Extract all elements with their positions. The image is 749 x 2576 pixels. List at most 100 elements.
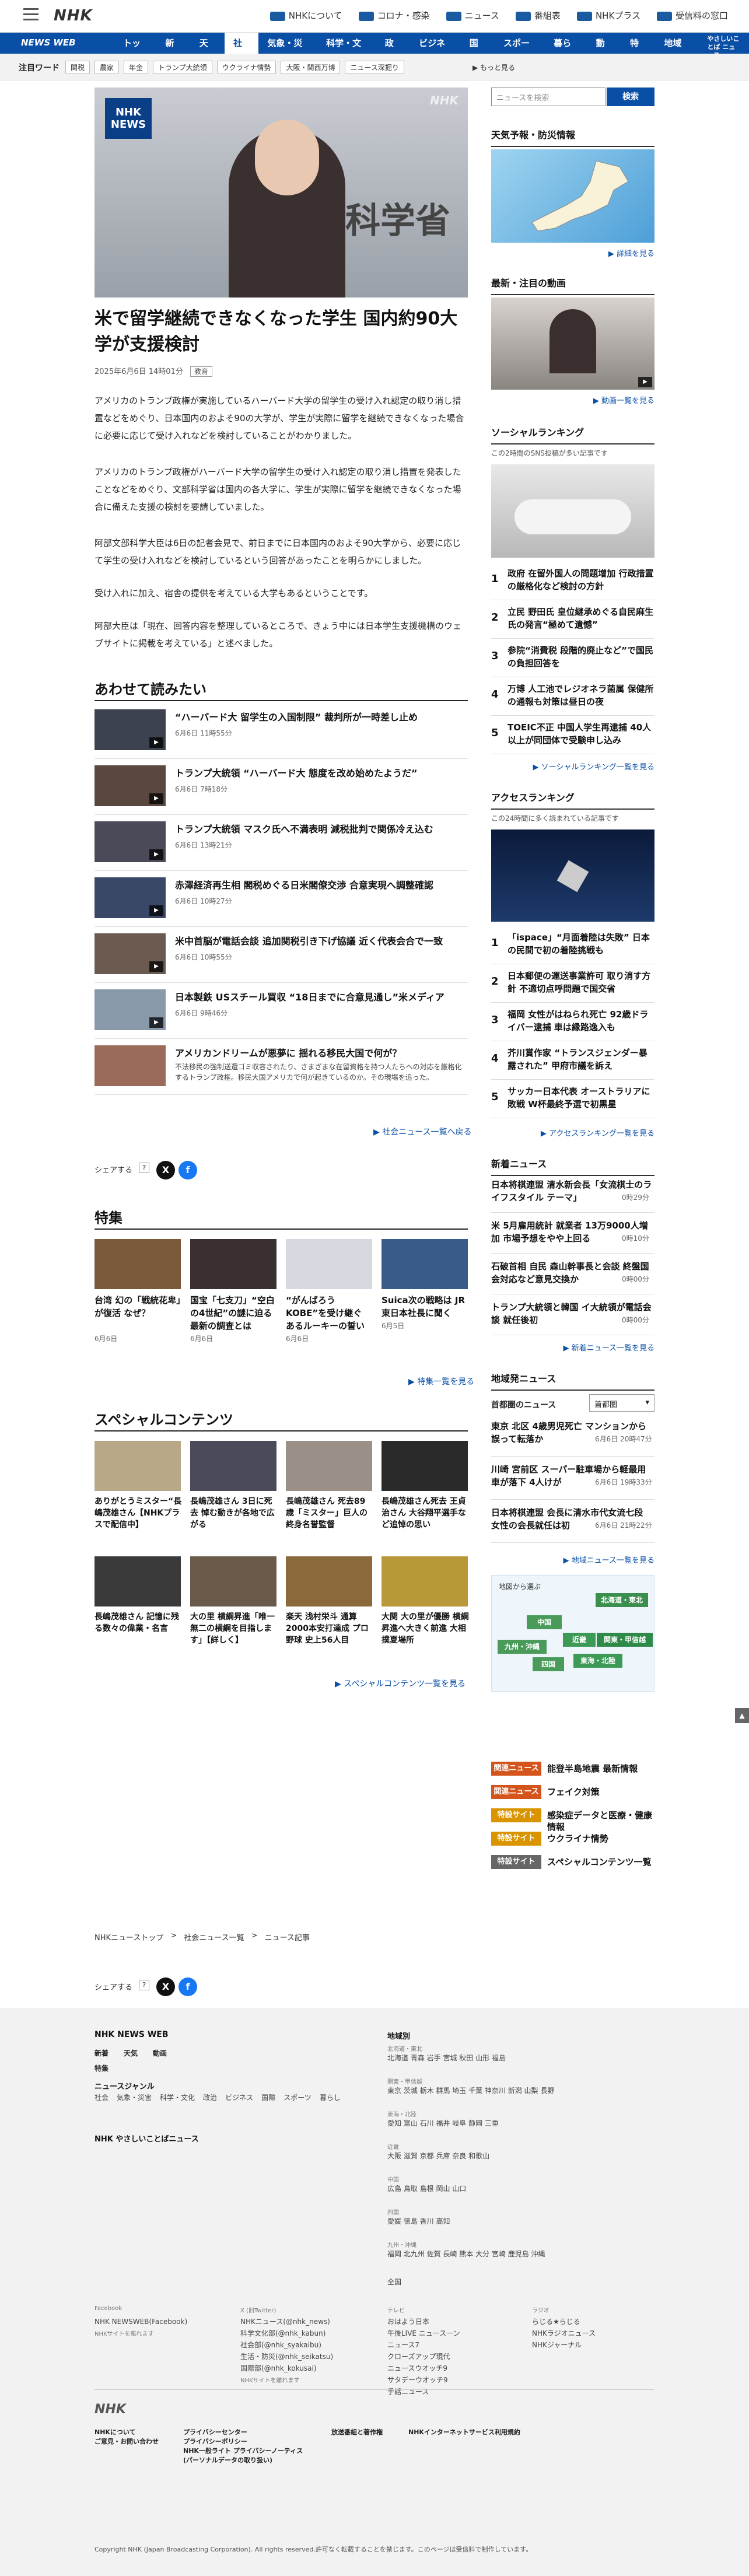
footer-region-items[interactable]: 愛知 富山 石川 福井 岐阜 静岡 三重 (387, 2118, 644, 2129)
footer-sns-link[interactable]: NHKラジオニュース (532, 2328, 596, 2339)
footer-sns-link[interactable]: サタデーウオッチ9 (387, 2374, 448, 2386)
feature-thumb[interactable] (190, 1239, 276, 1289)
special-link[interactable]: 能登半島地震 最新情報 (547, 1763, 656, 1774)
special-title[interactable]: 長嶋茂雄さん 記憶に残る数々の偉業・名言 (94, 1611, 182, 1634)
trend-tag[interactable]: ニュース深掘り (345, 61, 404, 74)
footer-all-regions[interactable]: 全国 (387, 2276, 401, 2288)
special-title[interactable]: 長嶋茂雄さん 3日に死去 悼む動きが各地で広がる (190, 1496, 278, 1531)
breadcrumb-item[interactable]: 社会ニュース一覧 (184, 1931, 244, 1943)
access-ranking-thumb[interactable] (491, 830, 654, 922)
footer-sns-link[interactable]: 科学文化部(@nhk_kabun) (240, 2328, 326, 2339)
nav-item[interactable]: 社会 (225, 33, 259, 69)
trend-tag[interactable]: ウクライナ情勢 (216, 61, 276, 74)
footer-genre-link[interactable]: 社会 (94, 2092, 108, 2104)
special-thumb[interactable] (382, 1556, 468, 1606)
footer-bottom-link[interactable]: プライバシーポリシー (183, 2437, 247, 2446)
top-link-tv-guide[interactable]: 番組表 (515, 9, 561, 22)
special-thumb[interactable] (286, 1441, 372, 1491)
footer-bottom-link[interactable]: NHKインターネットサービス利用規約 (408, 2428, 520, 2437)
special-thumb[interactable] (94, 1556, 181, 1606)
footer-nhk-logo[interactable]: NHK (94, 2402, 126, 2417)
special-link[interactable]: フェイク対策 (547, 1786, 656, 1798)
social-ranking-more-link[interactable]: ▶ ソーシャルランキング一覧を見る (491, 761, 654, 772)
region-chugoku[interactable]: 中国 (527, 1615, 562, 1629)
related-thumb[interactable]: ▶ (94, 821, 166, 862)
access-ranking-item[interactable]: サッカー日本代表 オーストラリアに敗戦 W杯最終予選で初黒星 (508, 1085, 654, 1111)
footer-sns-link[interactable]: 手話ニュース (387, 2386, 429, 2398)
feature-thumb[interactable] (286, 1239, 372, 1289)
special-link[interactable]: 感染症データと医療・健康情報 (547, 1810, 656, 1833)
feature-title[interactable]: 台湾 幻の「戦統花卑」が復活 なぜ？ (94, 1294, 182, 1320)
region-kinki[interactable]: 近畿 (563, 1633, 596, 1647)
region-select[interactable]: 首都圏 ▾ (589, 1394, 654, 1412)
menu-icon[interactable] (23, 8, 38, 21)
top-link-news[interactable]: ニュース (446, 9, 499, 22)
special-title[interactable]: 長嶋茂雄さん死去 王貞治さん 大谷翔平選手など追悼の思い (382, 1496, 469, 1531)
related-title[interactable]: トランプ大統領 “ハーバード大 態度を改め始めたようだ” (175, 766, 467, 780)
nav-item[interactable]: 暮らし (545, 33, 587, 69)
region-tokai-hokuriku[interactable]: 東海・北陸 (573, 1654, 622, 1668)
social-ranking-item[interactable]: 政府 在留外国人の問題增加 行政措置の厳格化など検討の方針 (508, 567, 654, 593)
feature-title[interactable]: 国宝「七支刀」“空白の4世紀”の謎に迫る最新の調査とは (190, 1294, 278, 1332)
weather-more-link[interactable]: ▶ 詳細を見る (491, 247, 654, 258)
top-link-about[interactable]: NHKについて (270, 9, 342, 22)
trend-tag[interactable]: 農家 (94, 61, 120, 74)
trend-tag[interactable]: 関税 (65, 61, 90, 74)
footer-sns-link[interactable]: ニュースウオッチ9 (387, 2362, 447, 2374)
footer-region-items[interactable]: 大阪 滋賀 京都 兵庫 奈良 和歌山 (387, 2150, 644, 2162)
footer-sns-link[interactable]: 午後LIVE ニュースーン (387, 2328, 460, 2339)
nhk-logo[interactable]: NHK (54, 7, 93, 24)
article-category[interactable]: 教育 (190, 366, 212, 377)
footer-genre-link[interactable]: 科学・文化 (160, 2092, 195, 2104)
featured-video-thumb[interactable]: ▶ (491, 298, 654, 390)
related-title[interactable]: アメリカンドリームが悪夢に 揺れる移民大国で何が？ (175, 1046, 467, 1060)
footer-sns-link[interactable]: ニュース7 (387, 2339, 419, 2351)
nav-item[interactable]: 科学・文化 (317, 33, 376, 69)
search-button[interactable]: 検索 (607, 88, 654, 106)
region-shikoku[interactable]: 四国 (533, 1657, 564, 1671)
weather-map[interactable] (491, 149, 654, 243)
footer-genre-link[interactable]: 政治 (203, 2092, 217, 2104)
footer-sns-link[interactable]: NHKジャーナル (532, 2339, 582, 2351)
nav-item[interactable]: 政治 (376, 33, 410, 69)
footer-tokushu-link[interactable]: 特集 (94, 2063, 108, 2074)
top-link-corona[interactable]: コロナ・感染 (358, 9, 430, 22)
nav-item[interactable]: スポーツ (495, 33, 545, 69)
back-to-society-link[interactable]: ▶ 社会ニュース一覧へ戻る (373, 1126, 472, 1138)
footer-region-items[interactable]: 広島 鳥取 島根 岡山 山口 (387, 2183, 644, 2194)
social-ranking-item[interactable]: 立民 野田氏 皇位継承めぐる自民麻生氏の発言“極めて遺憾” (508, 606, 654, 631)
facebook-share-icon[interactable]: f (178, 1978, 197, 1996)
news-search-input[interactable]: ニュースを検索 (491, 88, 606, 106)
video-more-link[interactable]: ▶ 動画一覧を見る (491, 394, 654, 405)
footer-region-items[interactable]: 愛媛 徳島 香川 高知 (387, 2216, 644, 2227)
special-thumb[interactable] (94, 1441, 181, 1491)
trend-tag[interactable]: 年金 (124, 61, 149, 74)
x-share-icon[interactable]: X (156, 1161, 175, 1180)
footer-sns-link[interactable]: 国際部(@nhk_kokusai) (240, 2362, 317, 2374)
news-web-brand[interactable]: NEWS WEB (21, 37, 76, 48)
share-info-icon[interactable]: ? (139, 1980, 149, 1990)
facebook-share-icon[interactable]: f (178, 1161, 197, 1180)
footer-link[interactable]: 新着 (94, 2048, 108, 2059)
nav-item[interactable]: 国際 (461, 33, 495, 69)
special-title[interactable]: 大の里 横綱昇進「唯一無二の横綱を目指します」【詳しく】 (190, 1611, 278, 1646)
trend-tag[interactable]: 大阪・関西万博 (281, 61, 341, 74)
region-kyushu-okinawa[interactable]: 九州・沖縄 (498, 1640, 547, 1654)
related-title[interactable]: トランプ大統領 マスク氏へ不満表明 減税批判で関係冷え込む (175, 822, 467, 836)
footer-link[interactable]: 動画 (153, 2048, 167, 2059)
new-news-more-link[interactable]: ▶ 新着ニュース一覧を見る (491, 1342, 654, 1353)
special-thumb[interactable] (286, 1556, 372, 1606)
share-info-icon[interactable]: ? (139, 1163, 149, 1173)
related-title[interactable]: 米中首脳が電話会談 追加関税引き下げ協議 近く代表会合で一致 (175, 935, 467, 949)
footer-sns-link[interactable]: おはよう日本 (387, 2316, 429, 2328)
footer-link[interactable]: 天気 (124, 2048, 138, 2059)
special-title[interactable]: 大関 大の里が優勝 横綱昇進へ大きく前進 大相撲夏場所 (382, 1611, 469, 1646)
access-ranking-item[interactable]: 日本郵便の運送事業許可 取り消す方針 不適切点呼問題で国交省 (508, 970, 654, 995)
access-ranking-more-link[interactable]: ▶ アクセスランキング一覧を見る (491, 1127, 654, 1138)
related-thumb[interactable]: ▶ (94, 709, 166, 750)
related-thumb[interactable]: ▶ (94, 765, 166, 806)
feature-title[interactable]: “がんばろうKOBE”を受け継ぐ あるルーキーの誓い (286, 1294, 373, 1332)
footer-region-items[interactable]: 北海道 青森 岩手 宮城 秋田 山形 福島 (387, 2052, 644, 2064)
footer-sns-link[interactable]: NHKニュース(@nhk_news) (240, 2316, 330, 2328)
special-link[interactable]: スペシャルコンテンツ一覧 (547, 1856, 656, 1868)
